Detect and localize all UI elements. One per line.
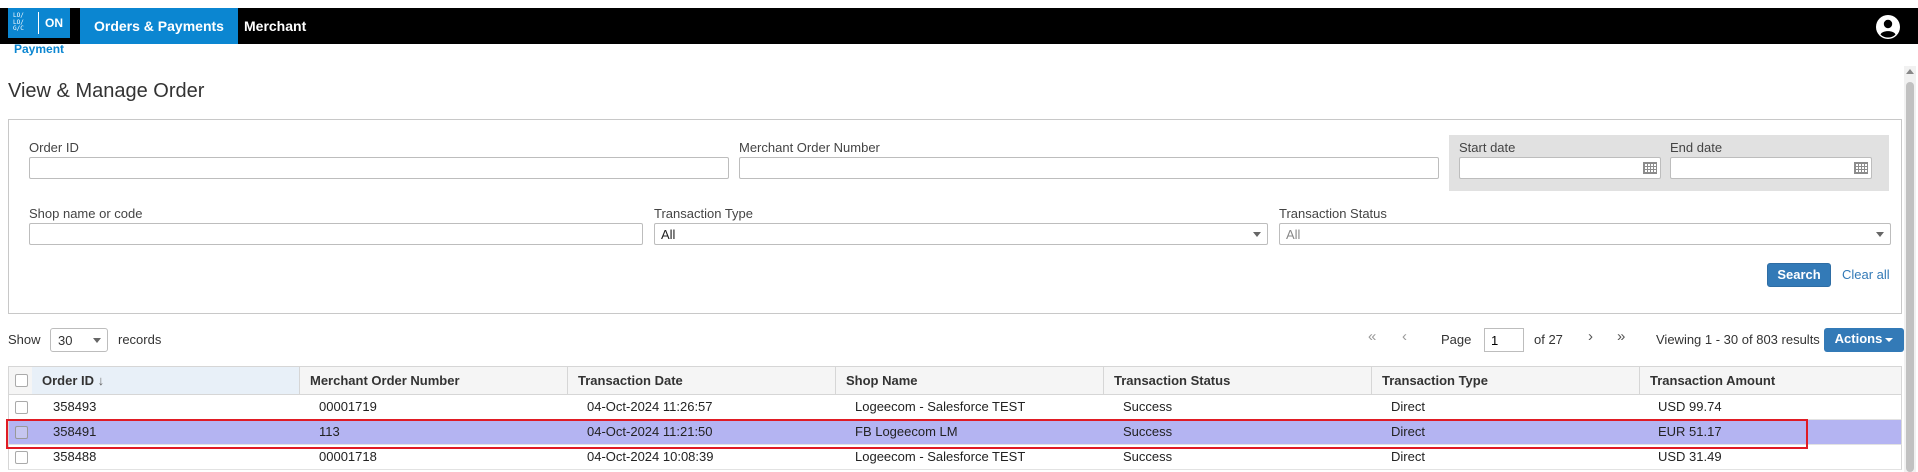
merchant-order-number-cell: 00001719 <box>319 399 377 414</box>
merchant-order-number-cell: 113 <box>319 424 340 439</box>
table-row[interactable]: 358488 00001718 04-Oct-2024 10:08:39 Log… <box>8 445 1902 470</box>
actions-button-label: Actions <box>1834 331 1883 346</box>
date-range-group: Start date End date <box>1449 135 1889 191</box>
end-date-label: End date <box>1670 140 1723 155</box>
transaction-date-cell: 04-Oct-2024 11:26:57 <box>587 399 713 414</box>
orders-table: Order ID ↓ Merchant Order Number Transac… <box>8 366 1902 470</box>
start-date-label: Start date <box>1459 140 1516 155</box>
page-size-select[interactable]: 30 <box>50 328 108 352</box>
table-row[interactable]: 358493 00001719 04-Oct-2024 11:26:57 Log… <box>8 395 1902 420</box>
shop-name-input[interactable] <box>29 223 643 245</box>
transaction-type-cell: Direct <box>1391 399 1425 414</box>
column-header-transaction-amount[interactable]: Transaction Amount <box>1640 367 1901 394</box>
previous-page-icon[interactable]: ‹ <box>1402 328 1407 345</box>
transaction-type-cell: Direct <box>1391 449 1425 464</box>
calendar-icon[interactable] <box>1643 162 1657 174</box>
merchant-order-number-label: Merchant Order Number <box>739 140 880 155</box>
transaction-amount-cell: USD 31.49 <box>1658 449 1722 464</box>
order-id-cell: 358491 <box>53 424 97 439</box>
page-title: View & Manage Order <box>8 80 205 102</box>
transaction-type-label: Transaction Type <box>654 206 753 221</box>
transaction-amount-cell: EUR 51.17 <box>1658 424 1722 439</box>
column-header-transaction-date[interactable]: Transaction Date <box>568 367 836 394</box>
app-logo[interactable]: LO/LO/G/C ON <box>8 8 70 38</box>
results-summary: Viewing 1 - 30 of 803 results <box>1656 332 1820 347</box>
order-id-cell: 358488 <box>53 449 97 464</box>
transaction-type-select[interactable]: All <box>654 223 1268 245</box>
transaction-type-value: All <box>661 227 676 242</box>
shop-name-cell: Logeecom - Salesforce TEST <box>855 449 1026 464</box>
last-page-icon[interactable]: » <box>1617 328 1625 345</box>
transaction-date-cell: 04-Oct-2024 10:08:39 <box>587 449 714 464</box>
logo-mark: LO/LO/G/C <box>13 12 24 32</box>
page-number-input[interactable] <box>1484 328 1524 352</box>
records-label: records <box>118 332 162 347</box>
end-date-input[interactable] <box>1670 157 1872 179</box>
scroll-up-arrow-icon[interactable] <box>1906 69 1914 74</box>
page-size-value: 30 <box>58 333 73 348</box>
transaction-status-cell: Success <box>1123 449 1173 464</box>
column-header-transaction-type[interactable]: Transaction Type <box>1372 367 1640 394</box>
transaction-status-cell: Success <box>1123 399 1173 414</box>
column-header-merchant-order-number[interactable]: Merchant Order Number <box>300 367 568 394</box>
next-page-icon[interactable]: › <box>1588 328 1593 345</box>
chevron-down-icon <box>1876 232 1884 237</box>
chevron-down-icon <box>1253 232 1261 237</box>
transaction-status-value: All <box>1286 227 1301 242</box>
column-header-order-id[interactable]: Order ID ↓ <box>32 367 300 394</box>
scrollbar-thumb[interactable] <box>1906 82 1914 472</box>
sort-down-arrow-icon: ↓ <box>97 373 105 388</box>
order-id-cell: 358493 <box>53 399 97 414</box>
clear-all-link[interactable]: Clear all <box>1842 267 1890 282</box>
table-header: Order ID ↓ Merchant Order Number Transac… <box>8 366 1902 395</box>
transaction-status-select[interactable]: All <box>1279 223 1891 245</box>
first-page-icon[interactable]: « <box>1368 328 1376 345</box>
transaction-amount-cell: USD 99.74 <box>1658 399 1722 414</box>
transaction-status-label: Transaction Status <box>1279 206 1387 221</box>
caret-down-icon <box>1885 337 1894 342</box>
row-checkbox[interactable] <box>15 401 28 414</box>
nav-orders-payments[interactable]: Orders & Payments <box>80 8 238 44</box>
chevron-down-icon <box>93 338 101 343</box>
row-checkbox[interactable] <box>15 426 28 439</box>
transaction-status-cell: Success <box>1123 424 1173 439</box>
nav-merchant[interactable]: Merchant <box>230 8 320 44</box>
actions-button[interactable]: Actions <box>1824 328 1904 352</box>
row-checkbox[interactable] <box>15 451 28 464</box>
search-button[interactable]: Search <box>1767 263 1831 287</box>
column-header-label: Order ID <box>42 373 95 388</box>
shop-name-cell: FB Logeecom LM <box>855 424 958 439</box>
calendar-icon[interactable] <box>1854 162 1868 174</box>
logo-divider <box>38 12 39 34</box>
select-all-checkbox[interactable] <box>15 374 28 387</box>
transaction-date-cell: 04-Oct-2024 11:21:50 <box>587 424 713 439</box>
order-id-label: Order ID <box>29 140 79 155</box>
show-label: Show <box>8 332 41 347</box>
transaction-type-cell: Direct <box>1391 424 1425 439</box>
column-header-shop-name[interactable]: Shop Name <box>836 367 1104 394</box>
page-count: of 27 <box>1534 332 1563 347</box>
column-header-transaction-status[interactable]: Transaction Status <box>1104 367 1372 394</box>
shop-name-cell: Logeecom - Salesforce TEST <box>855 399 1026 414</box>
top-navbar: LO/LO/G/C ON Payment Orders & Payments M… <box>0 0 1918 60</box>
filter-panel: Order ID Merchant Order Number Start dat… <box>8 119 1902 314</box>
user-circle-icon[interactable] <box>1876 15 1900 39</box>
logo-subtitle: Payment <box>14 42 65 56</box>
logo-text: ON <box>45 16 63 30</box>
shop-name-label: Shop name or code <box>29 206 143 221</box>
order-id-input[interactable] <box>29 157 729 179</box>
merchant-order-number-cell: 00001718 <box>319 449 377 464</box>
page-label: Page <box>1441 332 1472 347</box>
start-date-input[interactable] <box>1459 157 1661 179</box>
table-row-highlighted[interactable]: 358491 113 04-Oct-2024 11:21:50 FB Logee… <box>8 420 1902 445</box>
merchant-order-number-input[interactable] <box>739 157 1439 179</box>
vertical-scrollbar[interactable] <box>1904 66 1916 472</box>
